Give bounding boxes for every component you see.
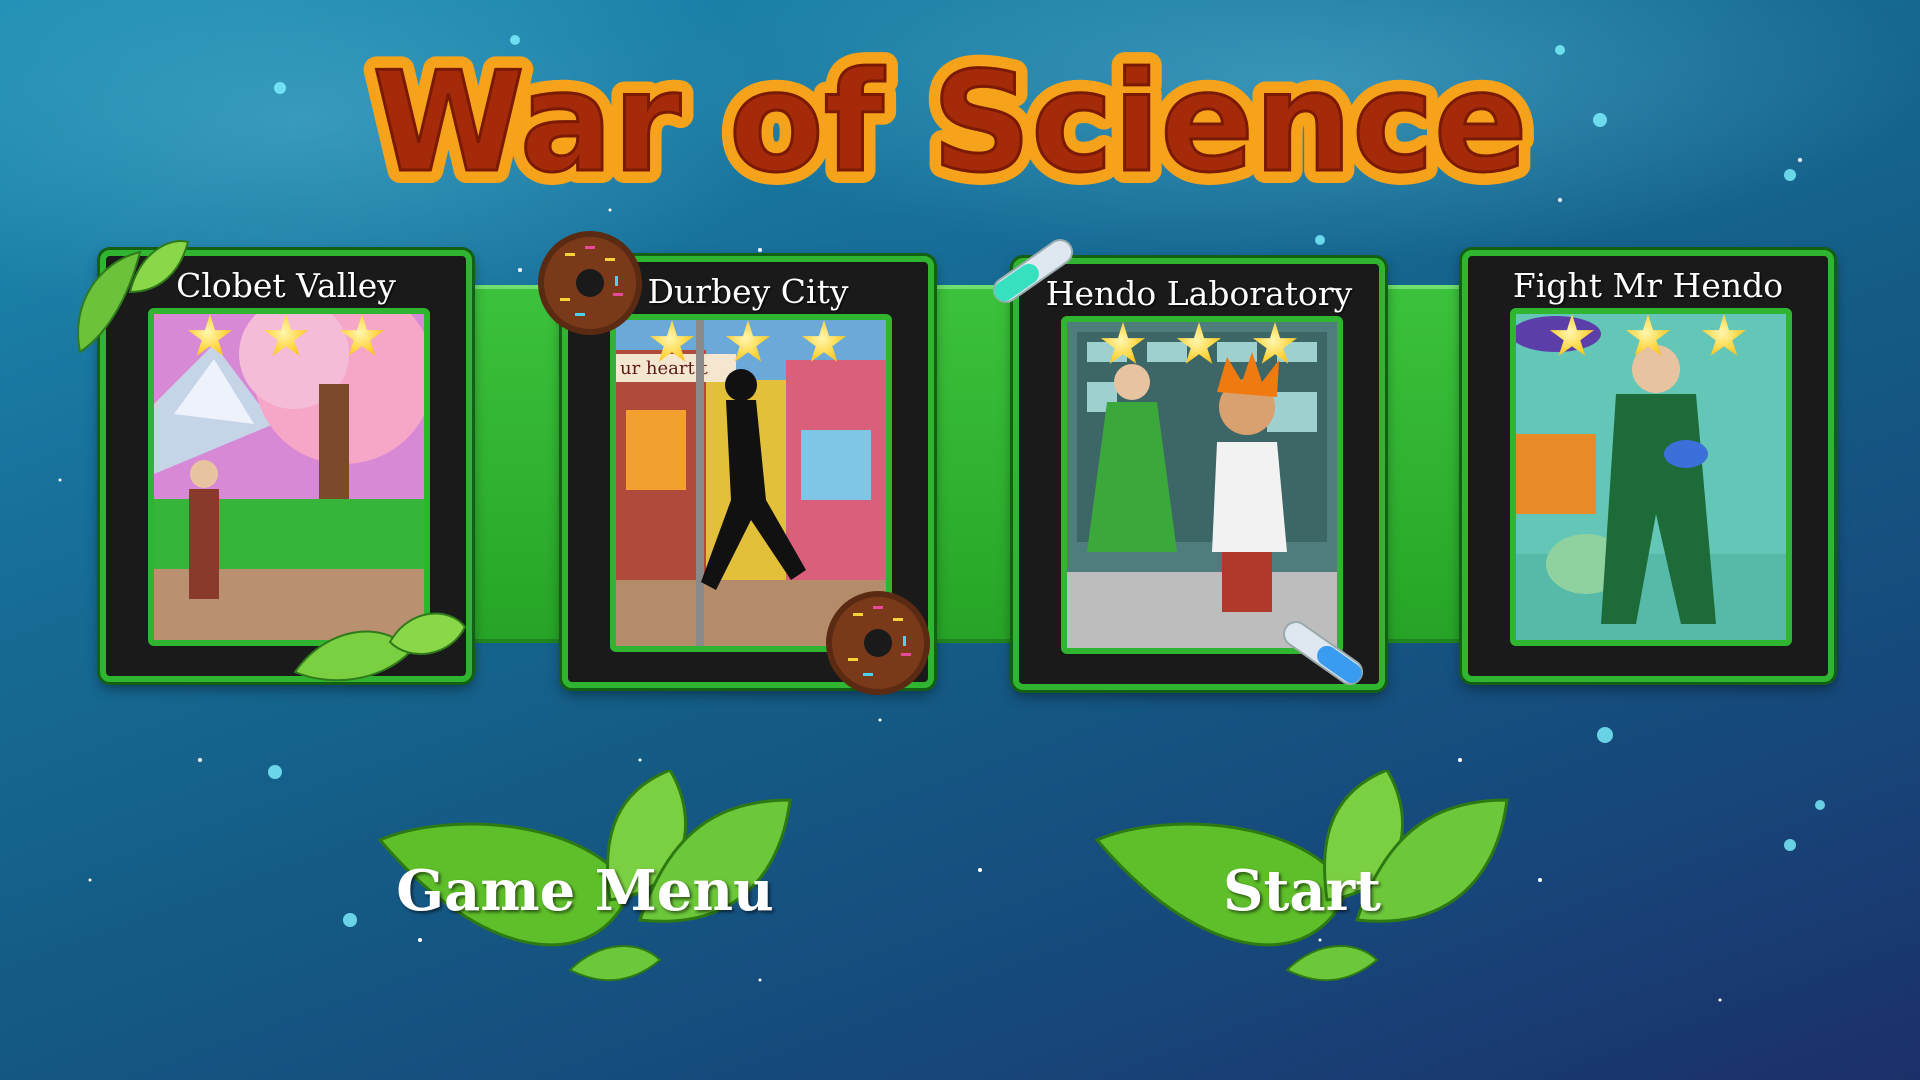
star-icon <box>649 320 695 362</box>
game-title-logo: War of Science War of Science <box>310 29 1590 216</box>
star-icon <box>801 320 847 362</box>
star-icon <box>1176 322 1222 364</box>
star-icon <box>1100 322 1146 364</box>
level-title: Fight Mr Hendo <box>1512 266 1784 305</box>
level-star-rating <box>106 314 466 360</box>
leaf-decoration-icon <box>293 612 467 682</box>
level-star-rating <box>1468 314 1828 360</box>
game-menu-label: Game Menu <box>396 858 774 924</box>
star-icon <box>1701 314 1747 356</box>
start-label: Start <box>1223 858 1381 924</box>
level-card-fight-mr-hendo[interactable]: Fight Mr Hendo <box>1462 250 1834 682</box>
star-icon <box>339 314 385 356</box>
level-star-rating <box>1019 322 1379 368</box>
star-icon <box>263 314 309 356</box>
star-icon <box>1549 314 1595 356</box>
star-icon <box>1252 322 1298 364</box>
donut-icon <box>826 591 930 695</box>
test-tube-icon <box>992 239 1074 303</box>
game-menu-button[interactable]: Game Menu <box>370 770 800 1000</box>
level-star-rating <box>568 320 928 366</box>
star-icon <box>1625 314 1671 356</box>
test-tube-icon <box>1282 621 1364 685</box>
game-title-text: War of Science <box>372 42 1527 203</box>
star-icon <box>187 314 233 356</box>
star-icon <box>725 320 771 362</box>
start-button[interactable]: Start <box>1087 770 1517 1000</box>
